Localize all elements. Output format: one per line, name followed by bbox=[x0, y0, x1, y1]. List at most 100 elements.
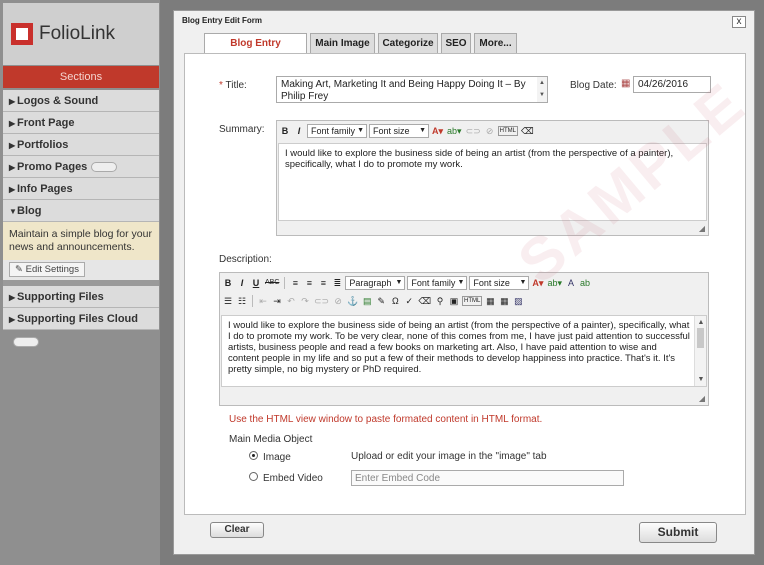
title-scrollbar[interactable]: ▲ ▼ bbox=[537, 77, 547, 102]
link-icon[interactable]: ⊂⊃ bbox=[465, 124, 482, 138]
calendar-icon[interactable]: ▦ bbox=[621, 78, 630, 89]
description-scrollbar[interactable]: ▲ ▼ bbox=[694, 316, 706, 386]
image-radio[interactable] bbox=[249, 451, 258, 460]
unlink-icon[interactable]: ⊘ bbox=[484, 124, 496, 138]
tab-blog-entry-properties[interactable]: Blog Entry Properties bbox=[204, 33, 307, 69]
main-media-label: Main Media Object bbox=[229, 434, 313, 445]
sidebar-nav: ▶ Logos & Sound ▶ Front Page ▶ Portfolios ▶… bbox=[3, 90, 159, 348]
paste-text-icon[interactable]: ▦ bbox=[498, 294, 510, 308]
font-family-value: Font family bbox=[411, 278, 456, 288]
image-icon[interactable]: ▤ bbox=[361, 294, 373, 308]
paint-icon[interactable]: ab bbox=[579, 276, 591, 290]
bullet-list-icon[interactable]: ☰ bbox=[222, 294, 234, 308]
sidebar-item-label: Supporting Files Cloud bbox=[17, 313, 138, 325]
sidebar-item-promo-pages[interactable]: ▶ Promo Pages bbox=[3, 156, 159, 178]
italic-icon[interactable]: I bbox=[236, 276, 248, 290]
bold-icon[interactable]: B bbox=[222, 276, 234, 290]
html-source-icon[interactable]: HTML bbox=[462, 296, 483, 306]
font-size-select[interactable]: Font size ▼ bbox=[469, 276, 530, 290]
undo-icon[interactable]: ↶ bbox=[285, 294, 297, 308]
blog-date-field[interactable]: 04/26/2016 bbox=[633, 76, 711, 93]
paragraph-select[interactable]: Paragraph ▼ bbox=[345, 276, 406, 290]
sidebar-item-supporting-files-cloud[interactable]: ▶ Supporting Files Cloud bbox=[3, 308, 159, 348]
title-label: * Title: bbox=[219, 80, 247, 91]
html-source-icon[interactable]: HTML bbox=[497, 126, 518, 136]
embed-video-radio[interactable] bbox=[249, 472, 258, 481]
description-text-area[interactable]: I would like to explore the business sid… bbox=[221, 315, 707, 387]
find-icon[interactable]: ⚲ bbox=[434, 294, 446, 308]
highlight-color-icon[interactable]: ab▾ bbox=[446, 124, 463, 138]
eraser-icon[interactable]: ⌫ bbox=[520, 124, 535, 138]
title-field[interactable]: Making Art, Marketing It and Being Happy… bbox=[276, 76, 548, 103]
text-color-icon[interactable]: A▾ bbox=[431, 124, 444, 138]
scrollbar-thumb[interactable] bbox=[697, 328, 704, 348]
app-name: FolioLink bbox=[39, 23, 116, 44]
resize-handle-icon[interactable]: ◢ bbox=[699, 394, 705, 403]
highlight-color-icon[interactable]: ab▾ bbox=[546, 276, 563, 290]
caret-right-icon: ▶ bbox=[9, 119, 16, 128]
italic-icon[interactable]: I bbox=[293, 124, 305, 138]
paste-word-icon[interactable]: ▨ bbox=[512, 294, 524, 308]
edit-icon[interactable]: ✎ bbox=[375, 294, 387, 308]
link-icon[interactable]: ⊂⊃ bbox=[313, 294, 330, 308]
tab-more[interactable]: More... bbox=[474, 33, 517, 54]
embed-code-input[interactable]: Enter Embed Code bbox=[351, 470, 624, 486]
sidebar-item-blog[interactable]: ▼Blog bbox=[3, 200, 159, 222]
sidebar-item-logos-sound[interactable]: ▶ Logos & Sound bbox=[3, 90, 159, 112]
properties-panel: * Title: Making Art, Marketing It and Be… bbox=[184, 53, 759, 515]
sidebar-item-label: Promo Pages bbox=[17, 161, 88, 173]
close-icon[interactable]: x bbox=[732, 16, 746, 28]
font-size-select[interactable]: Font size ▼ bbox=[369, 124, 429, 138]
dropdown-arrow-icon: ▼ bbox=[419, 127, 426, 134]
paste-icon[interactable]: ▦ bbox=[484, 294, 496, 308]
submit-button[interactable]: Submit bbox=[639, 522, 717, 543]
tab-seo[interactable]: SEO bbox=[441, 33, 471, 54]
align-left-icon[interactable]: ≡ bbox=[289, 276, 301, 290]
omega-icon[interactable]: Ω bbox=[389, 294, 401, 308]
outdent-icon[interactable]: ⇤ bbox=[257, 294, 269, 308]
align-right-icon[interactable]: ≡ bbox=[317, 276, 329, 290]
summary-text-area[interactable]: I would like to explore the business sid… bbox=[278, 143, 707, 221]
unlink-icon[interactable]: ⊘ bbox=[332, 294, 344, 308]
resize-handle-icon[interactable]: ◢ bbox=[699, 224, 705, 233]
description-text: I would like to explore the business sid… bbox=[228, 320, 690, 375]
align-center-icon[interactable]: ≡ bbox=[303, 276, 315, 290]
underline-icon[interactable]: U bbox=[250, 276, 262, 290]
font-size-value: Font size bbox=[473, 278, 510, 288]
html-hint: Use the HTML view window to paste format… bbox=[229, 414, 543, 425]
title-value: Making Art, Marketing It and Being Happy… bbox=[281, 79, 526, 102]
dropdown-arrow-icon: ▼ bbox=[519, 279, 527, 286]
sidebar-item-label: Info Pages bbox=[17, 183, 73, 195]
fullscreen-icon[interactable]: ▣ bbox=[448, 294, 460, 308]
cleanup-icon[interactable]: ✓ bbox=[403, 294, 415, 308]
text-color-icon[interactable]: A▾ bbox=[531, 276, 544, 290]
align-justify-icon[interactable]: ≣ bbox=[331, 276, 343, 290]
sidebar-item-portfolios[interactable]: ▶ Portfolios bbox=[3, 134, 159, 156]
summary-label: Summary: bbox=[219, 124, 265, 135]
font-style-icon[interactable]: A bbox=[565, 276, 577, 290]
font-family-select[interactable]: Font family ▼ bbox=[407, 276, 468, 290]
bold-icon[interactable]: B bbox=[279, 124, 291, 138]
numbered-list-icon[interactable]: ☷ bbox=[236, 294, 248, 308]
caret-right-icon: ▶ bbox=[9, 315, 16, 324]
sidebar-item-supporting-files[interactable]: ▶ Supporting Files bbox=[3, 286, 159, 308]
description-label: Description: bbox=[219, 254, 272, 265]
edit-settings-button[interactable]: ✎ Edit Settings bbox=[9, 262, 85, 277]
sidebar-item-front-page[interactable]: ▶ Front Page bbox=[3, 112, 159, 134]
blog-entry-modal: Blog Entry Edit Form x Blog Entry Proper… bbox=[173, 10, 759, 555]
strikethrough-icon[interactable]: ABC bbox=[264, 276, 280, 290]
font-family-value: Font family bbox=[311, 126, 356, 136]
anchor-icon[interactable]: ⚓ bbox=[346, 294, 359, 308]
eraser-icon[interactable]: ⌫ bbox=[417, 294, 432, 308]
sidebar-item-info-pages[interactable]: ▶ Info Pages bbox=[3, 178, 159, 200]
redo-icon[interactable]: ↷ bbox=[299, 294, 311, 308]
app-logo-area: FolioLink bbox=[3, 3, 159, 65]
caret-right-icon: ▶ bbox=[9, 97, 16, 106]
tab-categorize[interactable]: Categorize bbox=[378, 33, 438, 54]
indent-icon[interactable]: ⇥ bbox=[271, 294, 283, 308]
title-label-text: Title: bbox=[225, 80, 247, 91]
tab-main-image[interactable]: Main Image bbox=[310, 33, 375, 54]
clear-button[interactable]: Clear bbox=[210, 522, 264, 538]
caret-right-icon: ▶ bbox=[9, 293, 16, 302]
font-family-select[interactable]: Font family ▼ bbox=[307, 124, 367, 138]
